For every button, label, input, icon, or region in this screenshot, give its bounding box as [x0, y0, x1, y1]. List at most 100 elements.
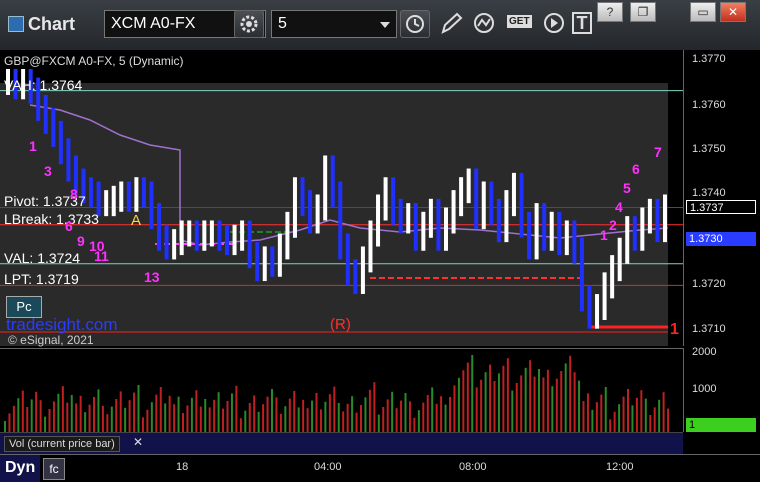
- volume-bar: [555, 378, 558, 433]
- count-label: 13: [144, 269, 160, 285]
- text-tool-icon[interactable]: T: [568, 10, 598, 38]
- volume-bar: [382, 407, 385, 433]
- watermark-text: tradesight.com: [6, 315, 118, 334]
- volume-bar: [342, 411, 345, 433]
- volume-bar: [208, 407, 211, 433]
- volume-bar: [435, 403, 438, 433]
- volume-bar: [297, 407, 300, 433]
- volume-bar: [542, 377, 545, 433]
- volume-bar: [631, 405, 634, 433]
- volume-bar: [141, 417, 144, 433]
- volume-bar: [471, 355, 474, 433]
- volume-bar: [475, 387, 478, 433]
- volume-bar: [355, 412, 358, 433]
- volume-bar: [8, 413, 11, 433]
- volume-bar: [271, 389, 273, 433]
- volume-axis: 2000 1000 1: [683, 346, 760, 432]
- volume-bar: [39, 400, 42, 433]
- close-button[interactable]: ✕: [720, 2, 746, 22]
- count-label: 4: [615, 199, 623, 215]
- volume-bar: [284, 406, 287, 433]
- volume-bar: [431, 387, 434, 433]
- price-tick: 1.3740: [692, 187, 726, 199]
- volume-bar: [368, 389, 371, 433]
- interval-selector[interactable]: 5: [271, 10, 397, 38]
- volume-bar: [248, 403, 251, 433]
- volume-bar: [618, 404, 621, 433]
- volume-bar: [564, 363, 567, 433]
- volume-bar: [644, 398, 647, 433]
- time-axis[interactable]: Dyn fc 18 04:00 08:00 12:00: [0, 454, 760, 482]
- window-titlebar: Chart XCM A0-FX 5 GET T ? ❐ ▭ ✕: [0, 0, 760, 51]
- volume-bar: [422, 402, 425, 433]
- volume-label-bar: Vol (current price bar) ✕: [0, 432, 683, 455]
- volume-bar: [449, 397, 451, 433]
- volume-bar: [262, 404, 265, 433]
- volume-bar: [61, 386, 64, 433]
- volume-bar: [457, 377, 460, 433]
- volume-bar: [551, 386, 554, 433]
- settings-gear-icon[interactable]: [234, 10, 264, 38]
- volume-bar: [573, 372, 576, 433]
- get-data-icon[interactable]: GET: [505, 10, 537, 38]
- pc-button[interactable]: Pc: [6, 296, 42, 318]
- volume-bar: [533, 376, 536, 433]
- level-label: VAH: 1.3764: [4, 76, 83, 93]
- play-icon[interactable]: [540, 10, 570, 38]
- volume-bar: [217, 392, 220, 433]
- pencil-draw-icon[interactable]: [437, 10, 467, 38]
- volume-bar: [106, 414, 109, 433]
- chart-app-icon: [8, 16, 24, 32]
- clock-icon[interactable]: [400, 10, 430, 38]
- volume-bar: [377, 414, 380, 433]
- volume-bar: [591, 409, 594, 433]
- volume-bar: [595, 402, 598, 433]
- volume-bar: [426, 395, 429, 433]
- volume-bar: [346, 403, 349, 433]
- volume-bar: [244, 410, 247, 433]
- minimize-button[interactable]: ▭: [690, 2, 716, 22]
- volume-bar: [546, 369, 549, 433]
- studies-icon[interactable]: [470, 10, 500, 38]
- time-tick: 04:00: [314, 461, 342, 473]
- volume-bar: [88, 404, 91, 433]
- volume-bar: [480, 379, 483, 433]
- fc-icon[interactable]: fc: [43, 458, 65, 480]
- restore-button[interactable]: ❐: [630, 2, 656, 22]
- volume-bar: [75, 403, 78, 433]
- volume-bar: [400, 400, 403, 433]
- volume-bar: [222, 408, 225, 433]
- volume-bar: [635, 397, 638, 433]
- last-price-box: 1.3737: [686, 200, 756, 214]
- count-label: 11: [94, 248, 109, 264]
- price-plot[interactable]: GBP@FXCM A0-FX, 5 (Dynamic) VAH: 1.3764 P…: [0, 50, 683, 347]
- volume-pane[interactable]: [0, 348, 683, 433]
- dyn-panel[interactable]: Dyn: [0, 455, 40, 482]
- volume-bar: [30, 399, 33, 433]
- price-axis[interactable]: 1.3770 1.3760 1.3750 1.3740 1.3720 1.371…: [683, 50, 760, 346]
- volume-bar: [333, 386, 336, 433]
- help-button[interactable]: ?: [597, 2, 623, 22]
- volume-tick: 2000: [692, 346, 717, 358]
- close-icon[interactable]: ✕: [133, 435, 143, 449]
- volume-bar: [97, 389, 100, 433]
- get-label: GET: [507, 15, 532, 28]
- count-label: 1: [600, 227, 608, 243]
- volume-bar: [582, 401, 585, 433]
- count-label: 9: [77, 233, 85, 249]
- volume-bar: [26, 407, 29, 433]
- volume-bar: [199, 406, 202, 433]
- volume-bar: [21, 390, 24, 433]
- volume-bar: [182, 413, 184, 433]
- volume-bar: [417, 410, 420, 433]
- interval-value: 5: [278, 15, 287, 32]
- volume-bar: [159, 387, 162, 433]
- volume-bar: [640, 390, 643, 433]
- volume-bar: [391, 391, 394, 433]
- volume-bar: [173, 404, 176, 433]
- price-chart-svg: [0, 68, 683, 347]
- volume-bar: [275, 397, 278, 433]
- volume-bar: [502, 365, 505, 433]
- volume-bar: [124, 407, 127, 433]
- time-tick: 18: [176, 461, 189, 473]
